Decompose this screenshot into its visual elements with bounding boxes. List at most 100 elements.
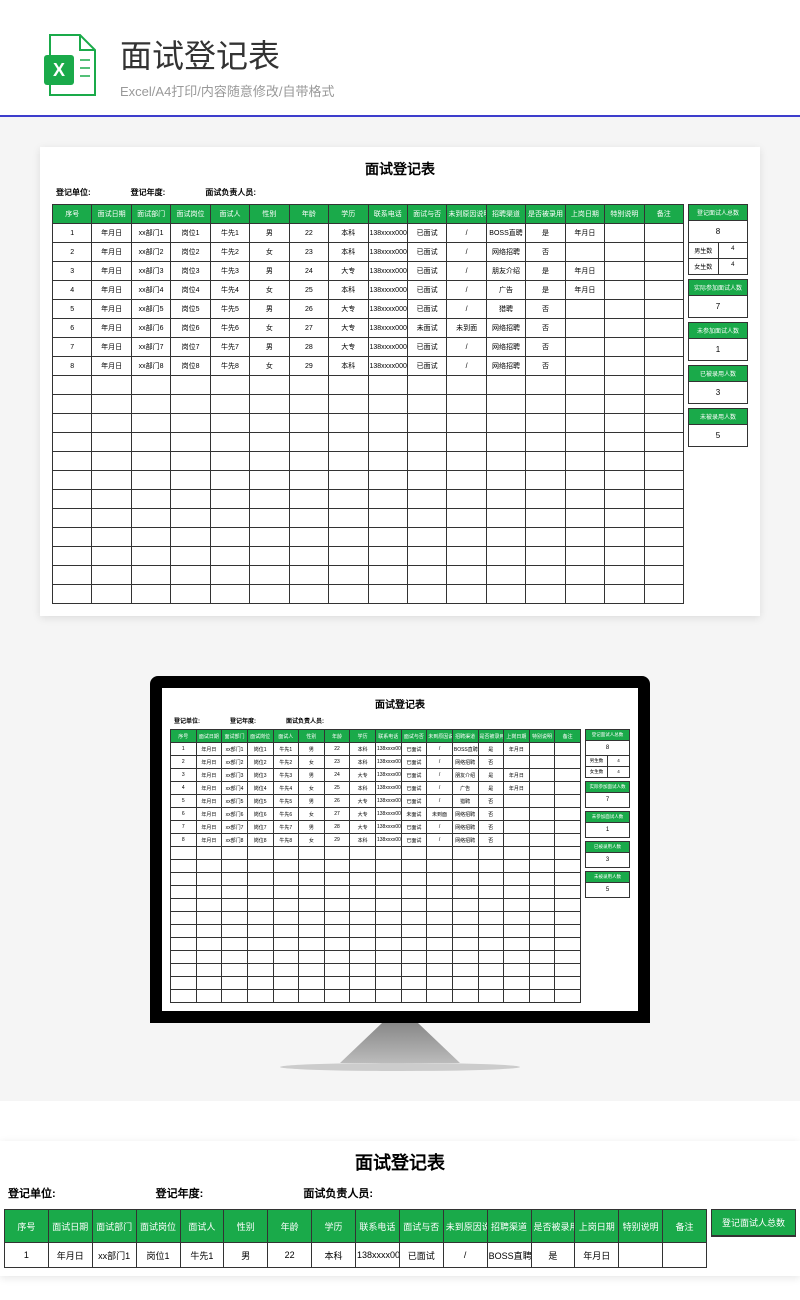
col-header: 上岗日期 [504, 730, 530, 743]
col-header: 面试日期 [92, 205, 131, 224]
col-header: 是否被录用 [526, 205, 565, 224]
col-header: 特别说明 [605, 205, 644, 224]
sheet-preview-closeup: 面试登记表登记单位:登记年度:面试负责人员: 序号面试日期面试部门面试岗位面试人性… [0, 1141, 800, 1276]
col-header: 招聘渠道 [487, 1210, 531, 1243]
col-header: 备注 [663, 1210, 707, 1243]
col-header: 特别说明 [529, 730, 555, 743]
col-header: 性别 [250, 205, 289, 224]
col-header: 学历 [329, 205, 368, 224]
summary-sidebar: 登记面试人总数8男生数4女生数4实际参加面试人数7未参加面试人数1已被录用人数3… [585, 729, 630, 1003]
col-header: 是否被录用 [478, 730, 504, 743]
table-row: 1年月日xx部门1岗位1牛先1男22本科138xxxx0000已面试/BOSS直… [171, 743, 581, 756]
col-header: 是否被录用 [531, 1210, 575, 1243]
col-header: 年龄 [324, 730, 350, 743]
summary-sidebar: 登记面试人总数8男生数4女生数4实际参加面试人数7未参加面试人数1已被录用人数3… [688, 204, 748, 604]
table-row-empty [171, 938, 581, 951]
col-header: 未到原因说明 [447, 205, 486, 224]
col-header: 招聘渠道 [486, 205, 525, 224]
col-header: 面试部门 [92, 1210, 136, 1243]
table-row-empty [53, 490, 684, 509]
table-row: 1年月日xx部门1岗位1牛先1男22本科138xxxx0000已面试/BOSS直… [53, 224, 684, 243]
table-row-empty [53, 376, 684, 395]
table-row: 3年月日xx部门3岗位3牛先3男24大专138xxxx0002已面试/朋友介绍是… [53, 262, 684, 281]
interview-table: 序号面试日期面试部门面试岗位面试人性别年龄学历联系电话面试与否未到原因说明招聘渠… [52, 204, 684, 604]
monitor-stand [340, 1023, 460, 1063]
table-row-empty [171, 886, 581, 899]
table-row-empty [171, 964, 581, 977]
table-row-empty [53, 528, 684, 547]
table-row: 5年月日xx部门5岗位5牛先5男26大专138xxxx0004已面试/猎聘否 [53, 300, 684, 319]
monitor-frame: 面试登记表登记单位:登记年度:面试负责人员: 序号面试日期面试部门面试岗位面试人性… [150, 676, 650, 1023]
table-row: 1年月日xx部门1岗位1牛先1男22本科138xxxx0000已面试/BOSS直… [5, 1243, 707, 1268]
table-row-empty [53, 547, 684, 566]
excel-icon: X [40, 30, 100, 100]
sheet-title: 面试登记表 [4, 1149, 796, 1175]
table-row-empty [171, 990, 581, 1003]
col-header: 面试日期 [48, 1210, 92, 1243]
table-row: 8年月日xx部门8岗位8牛先8女29本科138xxxx0007已面试/网络招聘否 [53, 357, 684, 376]
table-row-empty [171, 951, 581, 964]
col-header: 面试与否 [399, 1210, 443, 1243]
table-row-empty [53, 509, 684, 528]
col-header: 学历 [312, 1210, 356, 1243]
col-header: 序号 [53, 205, 92, 224]
meta-row: 登记单位:登记年度:面试负责人员: [170, 716, 630, 725]
table-row: 6年月日xx部门6岗位6牛先6女27大专138xxxx0005未面试未到面网络招… [171, 808, 581, 821]
col-header: 序号 [171, 730, 197, 743]
table-row: 7年月日xx部门7岗位7牛先7男28大专138xxxx0006已面试/网络招聘否 [53, 338, 684, 357]
table-row-empty [53, 395, 684, 414]
table-row: 2年月日xx部门2岗位2牛先2女23本科138xxxx0001已面试/网络招聘否 [171, 756, 581, 769]
col-header: 招聘渠道 [452, 730, 478, 743]
col-header: 面试岗位 [136, 1210, 180, 1243]
col-header: 面试岗位 [171, 205, 210, 224]
col-header: 联系电话 [376, 730, 402, 743]
table-row-empty [53, 566, 684, 585]
svg-text:X: X [53, 60, 65, 80]
col-header: 面试与否 [407, 205, 446, 224]
col-header: 年龄 [268, 1210, 312, 1243]
interview-table: 序号面试日期面试部门面试岗位面试人性别年龄学历联系电话面试与否未到原因说明招聘渠… [4, 1209, 707, 1268]
col-header: 面试人 [210, 205, 249, 224]
meta-row: 登记单位:登记年度:面试负责人员: [4, 1185, 796, 1201]
table-row-empty [53, 414, 684, 433]
table-row-empty [171, 860, 581, 873]
interview-table: 序号面试日期面试部门面试岗位面试人性别年龄学历联系电话面试与否未到原因说明招聘渠… [170, 729, 581, 1003]
table-row: 3年月日xx部门3岗位3牛先3男24大专138xxxx0002已面试/朋友介绍是… [171, 769, 581, 782]
table-row-empty [53, 452, 684, 471]
page-header: X 面试登记表 Excel/A4打印/内容随意修改/自带格式 [0, 0, 800, 117]
table-row-empty [171, 899, 581, 912]
col-header: 未到原因说明 [427, 730, 453, 743]
col-header: 面试人 [180, 1210, 224, 1243]
col-header: 年龄 [289, 205, 328, 224]
meta-row: 登记单位:登记年度:面试负责人员: [52, 187, 748, 198]
col-header: 联系电话 [356, 1210, 400, 1243]
table-row: 4年月日xx部门4岗位4牛先4女25本科138xxxx0003已面试/广告是年月… [53, 281, 684, 300]
table-row-empty [171, 912, 581, 925]
sheet-title: 面试登记表 [170, 696, 630, 711]
table-row-empty [171, 873, 581, 886]
table-row: 7年月日xx部门7岗位7牛先7男28大专138xxxx0006已面试/网络招聘否 [171, 821, 581, 834]
col-header: 性别 [299, 730, 325, 743]
table-row: 5年月日xx部门5岗位5牛先5男26大专138xxxx0004已面试/猎聘否 [171, 795, 581, 808]
col-header: 面试人 [273, 730, 299, 743]
page-subtitle: Excel/A4打印/内容随意修改/自带格式 [120, 81, 335, 100]
col-header: 性别 [224, 1210, 268, 1243]
col-header: 上岗日期 [575, 1210, 619, 1243]
table-row-empty [171, 925, 581, 938]
table-row: 2年月日xx部门2岗位2牛先2女23本科138xxxx0001已面试/网络招聘否 [53, 243, 684, 262]
sheet-title: 面试登记表 [52, 159, 748, 179]
col-header: 面试部门 [222, 730, 248, 743]
table-row: 8年月日xx部门8岗位8牛先8女29本科138xxxx0007已面试/网络招聘否 [171, 834, 581, 847]
col-header: 面试部门 [131, 205, 170, 224]
sheet-preview-flat: 面试登记表登记单位:登记年度:面试负责人员: 序号面试日期面试部门面试岗位面试人性… [40, 147, 760, 616]
table-row: 6年月日xx部门6岗位6牛先6女27大专138xxxx0005未面试未到面网络招… [53, 319, 684, 338]
table-row-empty [53, 471, 684, 490]
col-header: 面试岗位 [247, 730, 273, 743]
col-header: 面试日期 [196, 730, 222, 743]
col-header: 未到原因说明 [443, 1210, 487, 1243]
col-header: 学历 [350, 730, 376, 743]
table-row: 4年月日xx部门4岗位4牛先4女25本科138xxxx0003已面试/广告是年月… [171, 782, 581, 795]
table-row-empty [171, 847, 581, 860]
table-row-empty [171, 977, 581, 990]
col-header: 上岗日期 [565, 205, 604, 224]
